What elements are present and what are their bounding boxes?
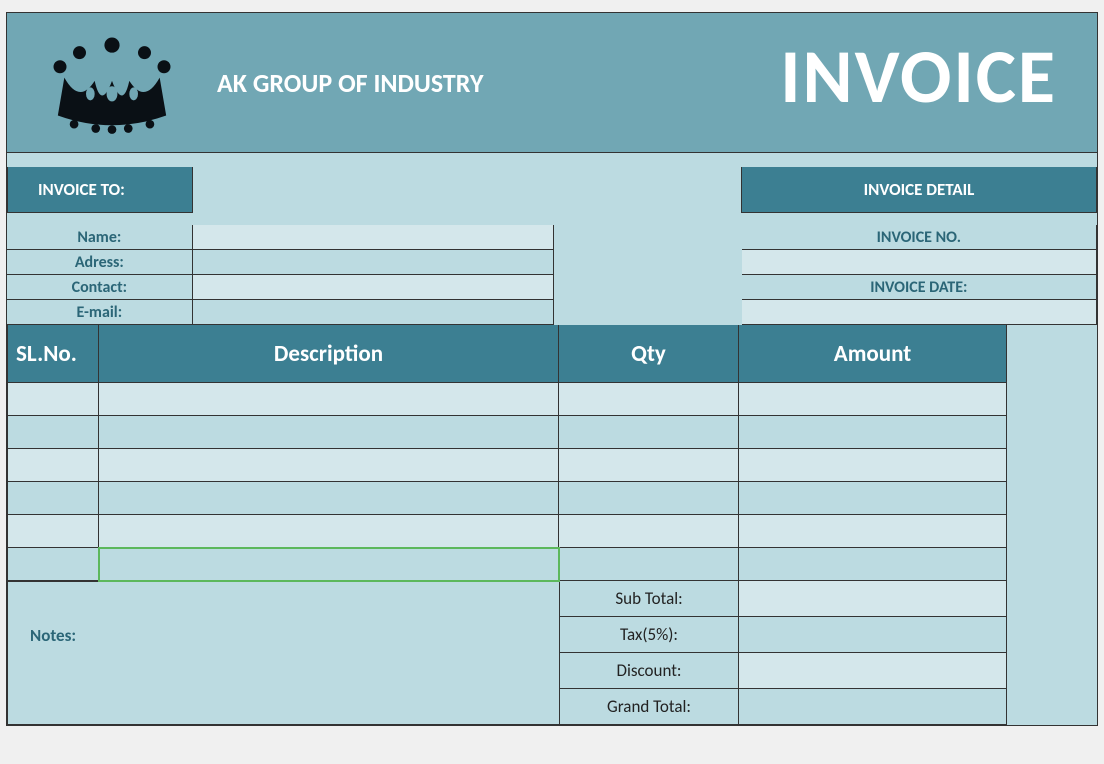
discount-row: Discount:: [7, 653, 1097, 689]
table-row: [7, 548, 1097, 581]
invoice-to-heading: INVOICE TO:: [7, 167, 193, 213]
info-row-contact: Contact: INVOICE DATE:: [7, 275, 1097, 300]
email-label: E-mail:: [7, 300, 193, 325]
cell-desc[interactable]: [99, 449, 559, 482]
discount-label: Discount:: [559, 653, 739, 689]
pad: [1007, 653, 1097, 689]
cell-sl[interactable]: [7, 482, 99, 515]
notes-area[interactable]: [7, 653, 559, 689]
subtotal-label: Sub Total:: [559, 581, 739, 617]
pad: [1007, 482, 1097, 515]
cell-amount[interactable]: [739, 482, 1007, 515]
address-input[interactable]: [193, 250, 554, 275]
info-row-name: Name: INVOICE NO.: [7, 225, 1097, 250]
pad: [1007, 325, 1097, 383]
cell-amount[interactable]: [739, 383, 1007, 416]
pad: [1007, 548, 1097, 581]
pad: [1007, 416, 1097, 449]
invoice-no-label: INVOICE NO.: [742, 225, 1097, 250]
notes-area[interactable]: [7, 581, 559, 617]
cell-amount[interactable]: [739, 548, 1007, 581]
gap: [554, 250, 742, 275]
tax-label: Tax(5%):: [559, 617, 739, 653]
invoice-detail-heading: INVOICE DETAIL: [741, 167, 1097, 213]
col-description: Description: [99, 325, 559, 383]
info-row-address: Adress:: [7, 250, 1097, 275]
discount-value[interactable]: [739, 653, 1007, 689]
col-qty: Qty: [559, 325, 739, 383]
company-name: AK GROUP OF INDUSTRY: [217, 67, 483, 99]
pad: [1007, 515, 1097, 548]
info-row-email: E-mail:: [7, 300, 1097, 325]
cell-qty[interactable]: [559, 548, 739, 581]
contact-input[interactable]: [193, 275, 554, 300]
cell-amount[interactable]: [739, 416, 1007, 449]
cell-sl[interactable]: [7, 449, 99, 482]
cell-qty[interactable]: [559, 449, 739, 482]
section-header-row: INVOICE TO: INVOICE DETAIL: [7, 167, 1097, 213]
table-row: [7, 482, 1097, 515]
email-input[interactable]: [193, 300, 554, 325]
cell-desc[interactable]: [99, 515, 559, 548]
cell-sl[interactable]: [7, 548, 99, 581]
spacer: [7, 153, 1097, 167]
pad: [1007, 581, 1097, 617]
cell-qty[interactable]: [559, 383, 739, 416]
pad: [1007, 689, 1097, 725]
name-label: Name:: [7, 225, 193, 250]
contact-label: Contact:: [7, 275, 193, 300]
gap: [554, 225, 742, 250]
gap: [554, 300, 742, 325]
cell-qty[interactable]: [559, 515, 739, 548]
invoice-no-input[interactable]: [742, 250, 1097, 275]
col-amount: Amount: [739, 325, 1007, 383]
cell-sl[interactable]: [7, 383, 99, 416]
gap: [193, 167, 741, 213]
table-row: [7, 416, 1097, 449]
table-row: [7, 515, 1097, 548]
notes-label: Notes:: [7, 617, 559, 653]
gap: [554, 275, 742, 300]
crown-icon: [47, 28, 177, 138]
cell-amount[interactable]: [739, 449, 1007, 482]
cell-desc[interactable]: [99, 383, 559, 416]
cell-sl[interactable]: [7, 416, 99, 449]
cell-desc[interactable]: [99, 416, 559, 449]
subtotal-row: Sub Total:: [7, 581, 1097, 617]
pad: [1007, 617, 1097, 653]
cell-desc[interactable]: [99, 482, 559, 515]
grand-total-value[interactable]: [739, 689, 1007, 725]
tax-row: Notes: Tax(5%):: [7, 617, 1097, 653]
invoice-date-input[interactable]: [742, 300, 1097, 325]
pad: [1007, 449, 1097, 482]
address-label: Adress:: [7, 250, 193, 275]
cell-sl[interactable]: [7, 515, 99, 548]
name-input[interactable]: [193, 225, 554, 250]
spacer: [7, 213, 1097, 225]
col-slno: SL.No.: [7, 325, 99, 383]
crown-logo: [37, 23, 187, 143]
header-bar: AK GROUP OF INDUSTRY INVOICE: [7, 13, 1097, 153]
invoice-date-label: INVOICE DATE:: [742, 275, 1097, 300]
pad: [1007, 383, 1097, 416]
grand-total-row: Grand Total:: [7, 689, 1097, 725]
cell-qty[interactable]: [559, 482, 739, 515]
document-title: INVOICE: [780, 31, 1057, 123]
table-row: [7, 383, 1097, 416]
cell-amount[interactable]: [739, 515, 1007, 548]
cell-qty[interactable]: [559, 416, 739, 449]
tax-value[interactable]: [739, 617, 1007, 653]
cell-desc-selected[interactable]: [99, 548, 559, 581]
invoice-sheet: AK GROUP OF INDUSTRY INVOICE INVOICE TO:…: [6, 12, 1098, 726]
table-row: [7, 449, 1097, 482]
notes-area[interactable]: [7, 689, 559, 725]
subtotal-value[interactable]: [739, 581, 1007, 617]
items-table-header: SL.No. Description Qty Amount: [7, 325, 1097, 383]
grand-total-label: Grand Total:: [559, 689, 739, 725]
